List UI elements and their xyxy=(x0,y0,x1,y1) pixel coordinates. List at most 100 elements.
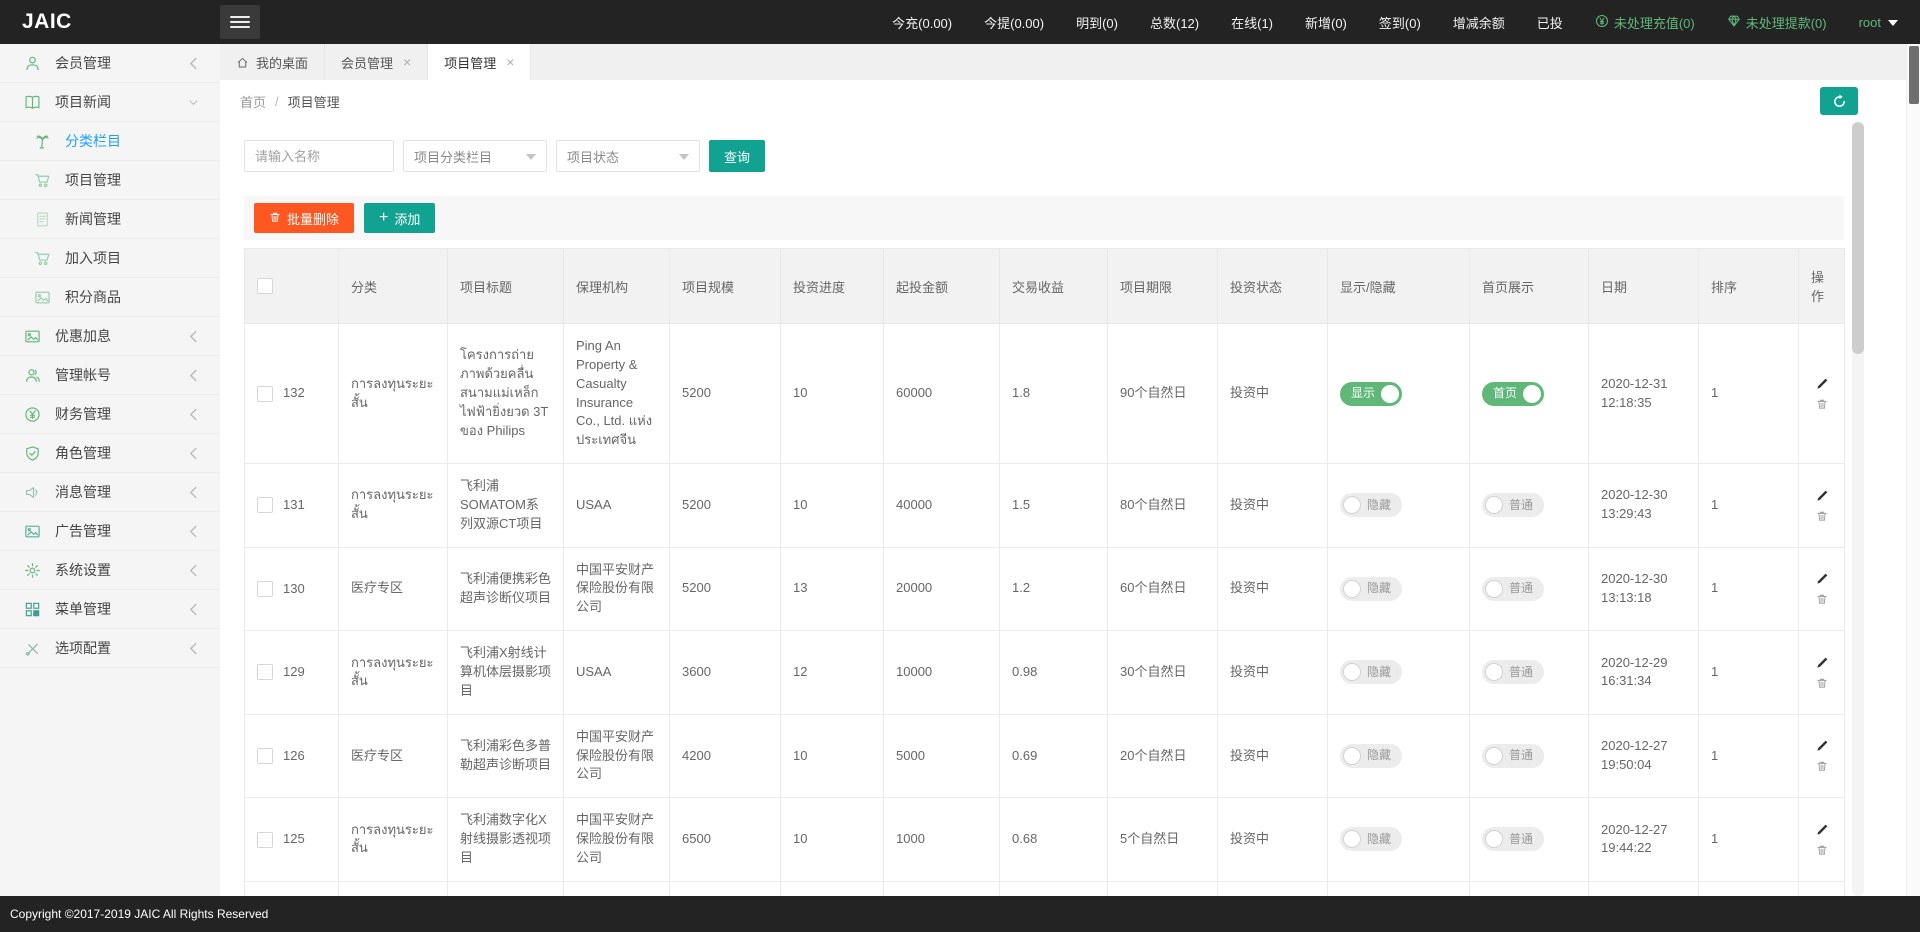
col-scale: 项目规模 xyxy=(670,249,781,324)
delete-icon[interactable] xyxy=(1816,760,1828,772)
cell-agency: 中国平安财产保险股份有限公司 xyxy=(564,714,670,798)
toggle-knob xyxy=(1523,385,1541,403)
topbar: JAIC 今充(0.00) 今提(0.00) 明到(0) 总数(12) 在线(1… xyxy=(0,0,1920,44)
chevron-left-icon xyxy=(189,642,198,655)
row-checkbox[interactable] xyxy=(257,664,273,680)
visibility-toggle[interactable]: 隐藏 xyxy=(1340,493,1402,517)
delete-icon[interactable] xyxy=(1816,677,1828,689)
edit-icon[interactable] xyxy=(1815,572,1829,586)
sidebar-item-menu-management[interactable]: 菜单管理 xyxy=(0,590,220,629)
homepage-toggle[interactable]: 普通 xyxy=(1482,827,1544,851)
tab-member-management[interactable]: 会员管理 × xyxy=(325,44,428,80)
name-search-input[interactable] xyxy=(244,140,394,172)
breadcrumb-separator: / xyxy=(275,94,279,109)
table-row: 124 การลงทุนระยะสั้น โครงการเครื่องอัลตร… xyxy=(245,881,1845,896)
edit-icon[interactable] xyxy=(1815,489,1829,503)
homepage-toggle[interactable]: 首页 xyxy=(1482,382,1544,406)
edit-icon[interactable] xyxy=(1815,823,1829,837)
edit-icon[interactable] xyxy=(1815,739,1829,753)
visibility-toggle[interactable]: 隐藏 xyxy=(1340,660,1402,684)
visibility-toggle[interactable]: 隐藏 xyxy=(1340,827,1402,851)
cell-scale: 5200 xyxy=(670,324,781,464)
cell-duration: 30个自然日 xyxy=(1108,631,1218,715)
delete-icon[interactable] xyxy=(1816,593,1828,605)
cell-min-invest: 40000 xyxy=(884,464,1000,548)
refresh-button[interactable] xyxy=(1820,87,1858,115)
stat-invested[interactable]: 已投 xyxy=(1537,13,1563,32)
sidebar-item-promo-interest[interactable]: 优惠加息 xyxy=(0,317,220,356)
hamburger-menu-icon[interactable] xyxy=(220,5,260,39)
sidebar-item-project-news[interactable]: 项目新闻 xyxy=(0,83,220,122)
tab-my-desktop[interactable]: 我的桌面 xyxy=(220,44,325,80)
sidebar-item-project-management[interactable]: 项目管理 xyxy=(0,161,220,200)
breadcrumb-home[interactable]: 首页 xyxy=(240,92,266,111)
cell-date: 2020-12-31 12:18:35 xyxy=(1589,324,1699,464)
select-all-checkbox[interactable] xyxy=(257,278,273,294)
edit-icon[interactable] xyxy=(1815,377,1829,391)
add-button[interactable]: + 添加 xyxy=(364,203,435,233)
sidebar-item-join-project[interactable]: 加入项目 xyxy=(0,239,220,278)
homepage-toggle[interactable]: 普通 xyxy=(1482,660,1544,684)
sidebar-item-role-management[interactable]: 角色管理 xyxy=(0,434,220,473)
row-checkbox[interactable] xyxy=(257,497,273,513)
batch-delete-button[interactable]: 批量删除 xyxy=(254,203,354,233)
delete-icon[interactable] xyxy=(1816,844,1828,856)
sidebar-item-ads-management[interactable]: 广告管理 xyxy=(0,512,220,551)
close-icon[interactable]: × xyxy=(403,55,411,69)
cell-min-invest: 100 xyxy=(884,881,1000,896)
row-checkbox[interactable] xyxy=(257,832,273,848)
pending-recharge-link[interactable]: 未处理充值(0) xyxy=(1595,13,1695,32)
chevron-left-icon xyxy=(189,447,198,460)
cell-profit: 0.69 xyxy=(1000,714,1108,798)
content-scrollbar[interactable] xyxy=(1852,122,1864,896)
sidebar-item-admin-accounts[interactable]: 管理帐号 xyxy=(0,356,220,395)
cell-agency: Ping An Property & Casualty Insurance Co… xyxy=(564,881,670,896)
sidebar-item-news-management[interactable]: 新闻管理 xyxy=(0,200,220,239)
homepage-toggle[interactable]: 普通 xyxy=(1482,493,1544,517)
sidebar-item-member-management[interactable]: 会员管理 xyxy=(0,44,220,83)
visibility-toggle[interactable]: 隐藏 xyxy=(1340,577,1402,601)
sidebar-item-message-management[interactable]: 消息管理 xyxy=(0,473,220,512)
gear-icon xyxy=(24,561,42,579)
table-row: 125 การลงทุนระยะสั้น 飞利浦数字化X射线摄影透视项目 中国平… xyxy=(245,798,1845,882)
search-button[interactable]: 查询 xyxy=(709,140,765,172)
cell-category: การลงทุนระยะสั้น xyxy=(339,631,448,715)
row-checkbox[interactable] xyxy=(257,748,273,764)
edit-icon[interactable] xyxy=(1815,656,1829,670)
toggle-knob xyxy=(1343,830,1361,848)
tab-project-management[interactable]: 项目管理 × xyxy=(428,44,531,80)
delete-icon[interactable] xyxy=(1816,510,1828,522)
chevron-down-icon xyxy=(526,154,536,160)
stat-signin: 签到(0) xyxy=(1379,13,1421,32)
sidebar-item-options-config[interactable]: 选项配置 xyxy=(0,629,220,668)
cell-sort: 1 xyxy=(1699,324,1799,464)
coin-icon xyxy=(1595,14,1609,31)
stat-balance-adjust[interactable]: 增减余额 xyxy=(1453,13,1505,32)
status-select[interactable]: 项目状态 xyxy=(556,140,700,172)
window-scrollbar-thumb[interactable] xyxy=(1909,46,1919,104)
visibility-toggle[interactable]: 隐藏 xyxy=(1340,744,1402,768)
sidebar-item-category-columns[interactable]: 分类栏目 xyxy=(0,122,220,161)
window-scrollbar[interactable] xyxy=(1906,44,1920,896)
close-icon[interactable]: × xyxy=(506,55,514,69)
cell-agency: 中国平安财产保险股份有限公司 xyxy=(564,547,670,631)
sidebar-item-points-goods[interactable]: 积分商品 xyxy=(0,278,220,317)
homepage-toggle[interactable]: 普通 xyxy=(1482,744,1544,768)
sidebar-item-system-settings[interactable]: 系统设置 xyxy=(0,551,220,590)
cart-icon xyxy=(34,171,52,189)
row-checkbox[interactable] xyxy=(257,386,273,402)
delete-icon[interactable] xyxy=(1816,398,1828,410)
pending-withdraw-link[interactable]: 未处理提款(0) xyxy=(1727,13,1827,32)
homepage-toggle[interactable]: 普通 xyxy=(1482,577,1544,601)
stat-new: 新增(0) xyxy=(1305,13,1347,32)
col-homepage: 首页展示 xyxy=(1470,249,1589,324)
visibility-toggle[interactable]: 显示 xyxy=(1340,382,1402,406)
cell-category: การลงทุนระยะสั้น xyxy=(339,324,448,464)
content-scrollbar-thumb[interactable] xyxy=(1852,122,1864,354)
sidebar-item-finance-management[interactable]: 财务管理 xyxy=(0,395,220,434)
toggle-knob xyxy=(1343,747,1361,765)
category-select[interactable]: 项目分类栏目 xyxy=(403,140,547,172)
cell-sort: 1 xyxy=(1699,881,1799,896)
row-checkbox[interactable] xyxy=(257,581,273,597)
user-menu[interactable]: root xyxy=(1859,15,1898,30)
